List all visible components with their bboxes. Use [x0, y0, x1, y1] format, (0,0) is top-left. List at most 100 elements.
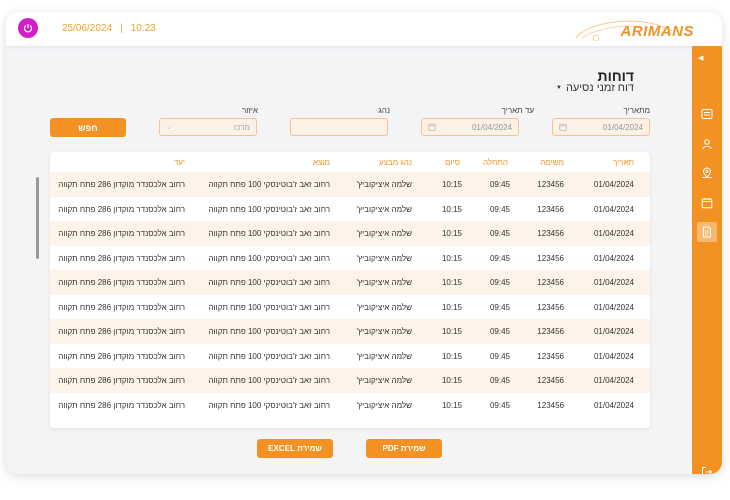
brand-name: ARIMANS: [620, 23, 694, 40]
cell-start: 09:45: [489, 278, 510, 287]
cell-driver: שלמה איציקוביץ': [356, 229, 412, 238]
report-type-dropdown[interactable]: דוח זמני נסיעה ▼: [556, 82, 634, 94]
table-row[interactable]: 01/04/2024 123456 09:45 10:15 שלמה איציקוביץ…: [50, 197, 650, 222]
cell-driver: שלמה איציקוביץ': [356, 180, 412, 189]
cell-date: 01/04/2024: [593, 376, 634, 385]
region-value: מרכז: [233, 122, 250, 132]
col-header-start[interactable]: התחלה: [483, 158, 508, 167]
logout-button[interactable]: [699, 464, 715, 474]
cell-end: 10:15: [441, 302, 462, 312]
chevron-down-icon: ⌄: [166, 124, 172, 131]
cell-destination: רחוב אלכסנדר מוקדון 286 פתח תקווה: [58, 278, 185, 287]
report-icon: [703, 226, 711, 238]
cell-task: 123456: [537, 180, 564, 189]
current-time: 10:23: [130, 23, 156, 34]
cell-task: 123456: [537, 376, 564, 385]
save-pdf-button[interactable]: שמירת PDF: [366, 439, 442, 458]
cell-end: 10:15: [441, 229, 462, 238]
cell-task: 123456: [537, 302, 564, 312]
list-icon: [701, 109, 713, 119]
table-row[interactable]: 01/04/2024 123456 09:45 10:15 שלמה איציקוביץ…: [50, 319, 650, 344]
cell-destination: רחוב אלכסנדר מוקדון 286 פתח תקווה: [58, 351, 185, 361]
sidebar-item-users[interactable]: [699, 136, 715, 152]
table-row[interactable]: 01/04/2024 123456 09:45 10:15 שלמה איציקוביץ…: [50, 344, 650, 369]
cell-origin: רחוב זאב ז'בוטינסקי 100 פתח תקווה: [208, 351, 330, 361]
current-date: 25/06/2024: [62, 23, 113, 34]
power-icon: [23, 24, 33, 33]
cell-date: 01/04/2024: [593, 302, 634, 312]
cell-origin: רחוב זאב ז'בוטינסקי 100 פתח תקווה: [208, 229, 330, 238]
cell-date: 01/04/2024: [593, 180, 634, 189]
cell-origin: רחוב זאב ז'בוטינסקי 100 פתח תקווה: [208, 327, 330, 336]
col-header-end[interactable]: סיום: [445, 158, 460, 167]
calendar-icon: [559, 123, 567, 131]
table-row[interactable]: 01/04/2024 123456 09:45 10:15 שלמה איציקוביץ…: [50, 270, 650, 295]
driver-field[interactable]: [290, 118, 388, 136]
report-type-label: דוח זמני נסיעה: [565, 82, 634, 94]
cell-driver: שלמה איציקוביץ': [356, 400, 412, 410]
table-row[interactable]: 01/04/2024 123456 09:45 10:15 שלמה איציקוביץ…: [50, 393, 650, 418]
cell-driver: שלמה איציקוביץ': [356, 351, 412, 361]
region-select[interactable]: ⌄ מרכז: [159, 118, 257, 136]
from-date-label: מתאריך: [623, 106, 650, 115]
col-header-date[interactable]: תאריך: [613, 158, 634, 167]
cell-task: 123456: [537, 253, 564, 263]
cell-driver: שלמה איציקוביץ': [356, 253, 412, 263]
calendar-icon: [428, 123, 436, 131]
cell-start: 09:45: [489, 376, 510, 385]
col-header-driver[interactable]: נהג מבצע: [379, 158, 412, 167]
sidebar-item-reports[interactable]: [697, 222, 717, 242]
save-excel-button[interactable]: שמירת EXCEL: [257, 439, 333, 458]
cell-start: 09:45: [489, 400, 510, 410]
cell-destination: רחוב אלכסנדר מוקדון 286 פתח תקווה: [58, 229, 185, 238]
from-date-field[interactable]: 01/04/2024: [552, 118, 650, 136]
cell-origin: רחוב זאב ז'בוטינסקי 100 פתח תקווה: [208, 204, 330, 214]
table-row[interactable]: 01/04/2024 123456 09:45 10:15 שלמה איציקוביץ…: [50, 246, 650, 271]
cell-driver: שלמה איציקוביץ': [356, 327, 412, 336]
sidebar-item-locations[interactable]: [699, 165, 715, 181]
cell-destination: רחוב אלכסנדר מוקדון 286 פתח תקווה: [58, 327, 185, 336]
power-button[interactable]: [18, 18, 38, 38]
cell-date: 01/04/2024: [593, 327, 634, 336]
sidebar-item-list[interactable]: [699, 106, 715, 122]
table-row[interactable]: 01/04/2024 123456 09:45 10:15 שלמה איציקוביץ…: [50, 221, 650, 246]
sidebar: ◀: [692, 46, 722, 474]
table-row[interactable]: 01/04/2024 123456 09:45 10:15 שלמה איציקוביץ…: [50, 295, 650, 320]
cell-origin: רחוב זאב ז'בוטינסקי 100 פתח תקווה: [208, 400, 330, 410]
cell-date: 01/04/2024: [593, 278, 634, 287]
map-pin-icon: [702, 167, 712, 178]
driver-label: נהג: [378, 106, 390, 115]
cell-end: 10:15: [441, 278, 462, 287]
table-row[interactable]: 01/04/2024 123456 09:45 10:15 שלמה איציקוביץ…: [50, 368, 650, 393]
cell-task: 123456: [537, 400, 564, 410]
cell-origin: רחוב זאב ז'בוטינסקי 100 פתח תקווה: [208, 253, 330, 263]
date-time-separator: |: [120, 23, 123, 34]
cell-driver: שלמה איציקוביץ': [356, 302, 412, 312]
search-button[interactable]: חפש: [50, 118, 126, 137]
cell-start: 09:45: [489, 327, 510, 336]
cell-end: 10:15: [441, 351, 462, 361]
cell-start: 09:45: [489, 351, 510, 361]
report-table: תאריך משימה התחלה סיום נהג מבצע מוצא יעד…: [50, 152, 650, 428]
user-icon: [702, 139, 712, 150]
col-header-origin[interactable]: מוצא: [313, 158, 330, 167]
region-label: איזור: [241, 106, 258, 115]
table-row[interactable]: 01/04/2024 123456 09:45 10:15 שלמה איציקוביץ…: [50, 172, 650, 197]
cell-end: 10:15: [441, 400, 462, 410]
cell-start: 09:45: [489, 302, 510, 312]
cell-origin: רחוב זאב ז'בוטינסקי 100 פתח תקווה: [208, 302, 330, 312]
to-date-field[interactable]: 01/04/2024: [421, 118, 519, 136]
cell-destination: רחוב אלכסנדר מוקדון 286 פתח תקווה: [58, 180, 185, 189]
collapse-arrow-icon[interactable]: ◀: [698, 54, 703, 62]
from-date-value: 01/04/2024: [602, 122, 643, 132]
col-header-task[interactable]: משימה: [540, 158, 564, 167]
cell-start: 09:45: [489, 204, 510, 214]
to-date-value: 01/04/2024: [471, 122, 512, 132]
cell-end: 10:15: [441, 204, 462, 214]
col-header-destination[interactable]: יעד: [174, 158, 185, 167]
cell-end: 10:15: [441, 253, 462, 263]
cell-task: 123456: [537, 229, 564, 238]
sidebar-item-calendar[interactable]: [699, 195, 715, 211]
table-scrollbar[interactable]: [36, 177, 39, 259]
caret-down-icon: ▼: [555, 85, 562, 91]
